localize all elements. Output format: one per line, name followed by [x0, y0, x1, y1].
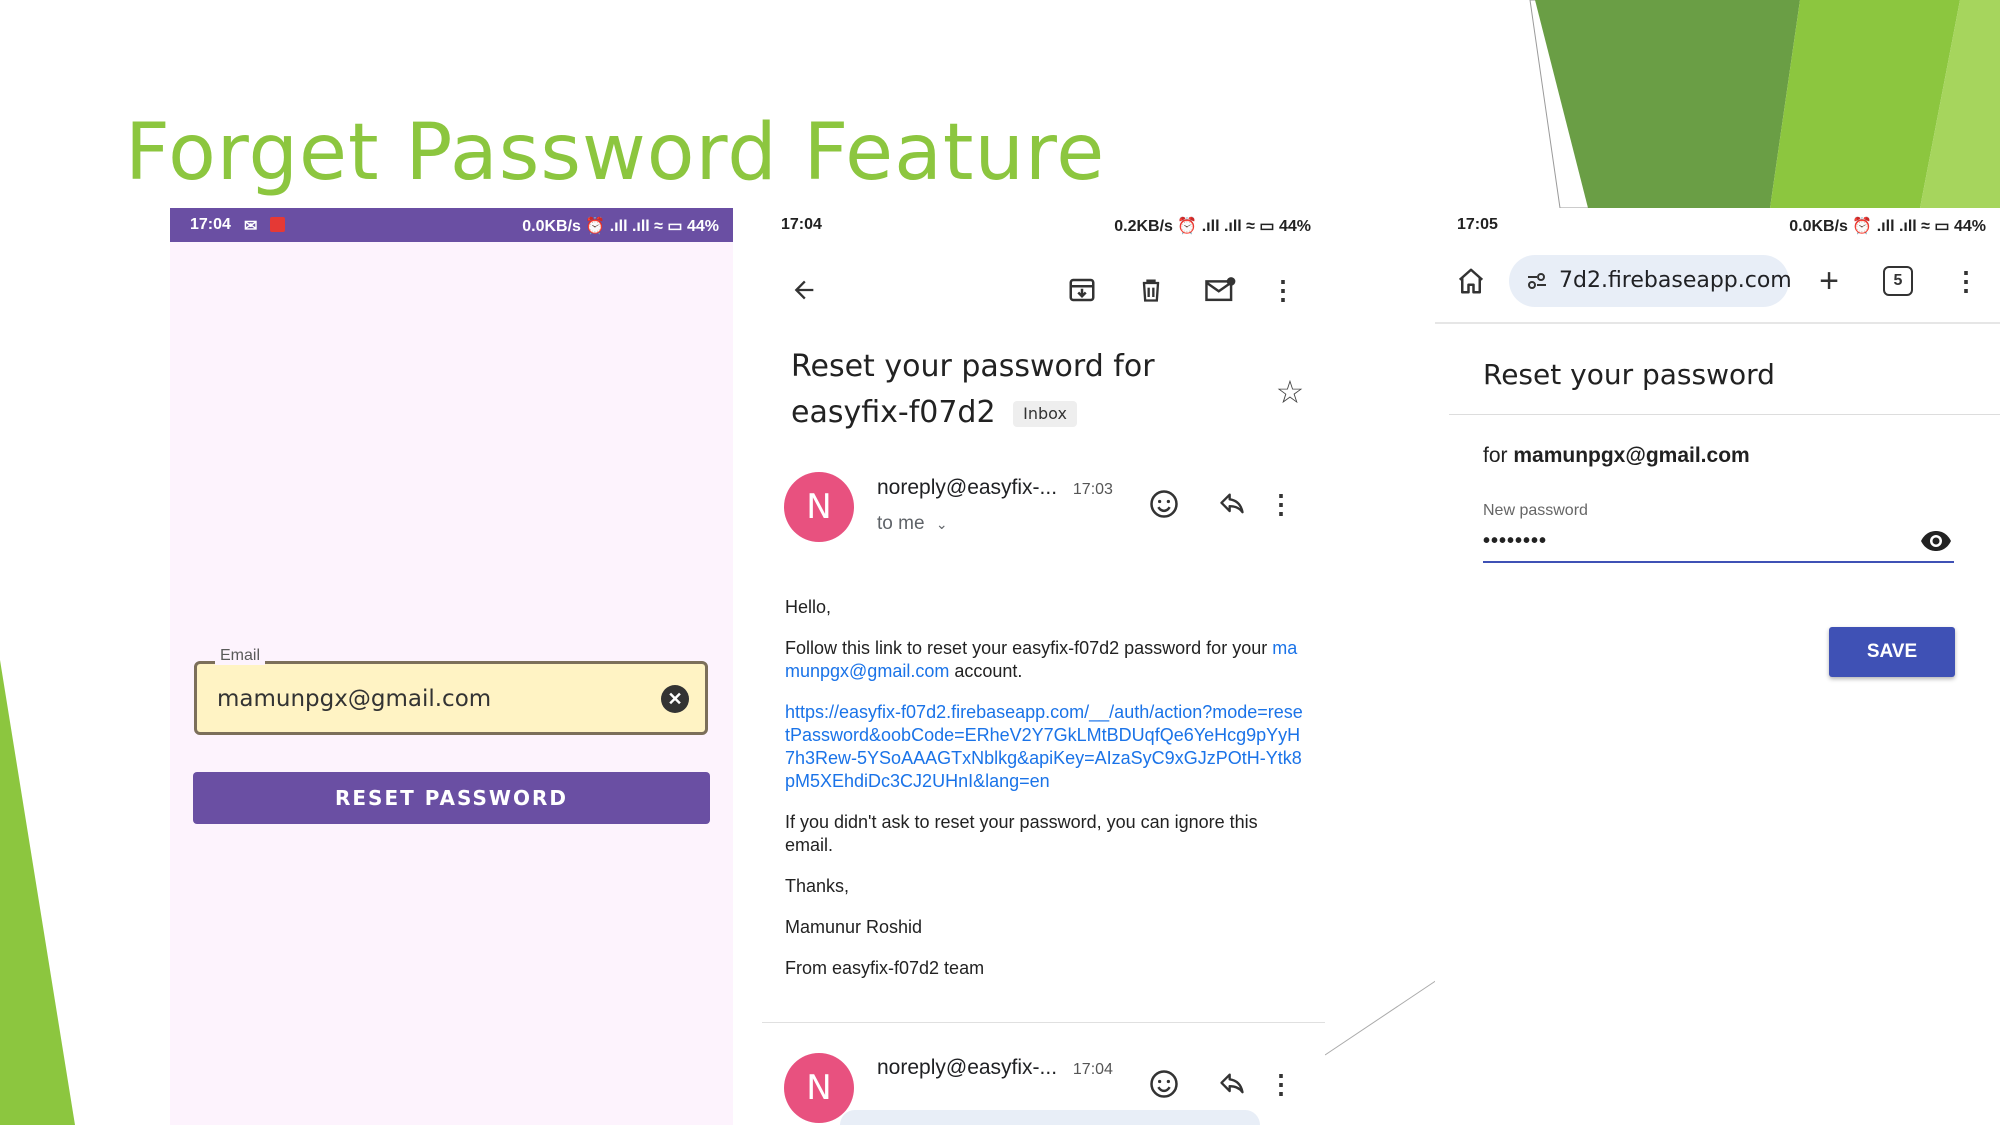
status-bar: 17:05 0.0KB/s ⏰ .ıll .ıll ≈ ▭ 44% — [1435, 208, 2000, 242]
inbox-badge[interactable]: Inbox — [1013, 400, 1077, 427]
status-indicators: 0.2KB/s ⏰ .ıll .ıll ≈ ▭ 44% — [1114, 218, 1311, 235]
message-time: 17:03 — [1072, 481, 1113, 498]
body-instruction: Follow this link to reset your easyfix-f… — [785, 638, 1298, 681]
sender-line: noreply@easyfix-... 17:03 — [877, 476, 1113, 500]
url-text[interactable]: 7d2.firebaseapp.com — [1559, 268, 1792, 293]
gmail-screen: 17:04 0.2KB/s ⏰ .ıll .ıll ≈ ▭ 44% ⋮ Rese… — [762, 208, 1325, 1125]
archive-icon[interactable] — [1062, 270, 1102, 310]
thanks-text: Thanks, — [785, 876, 850, 896]
clear-icon[interactable]: ✕ — [661, 685, 689, 713]
email-input[interactable]: mamunpgx@gmail.com — [217, 686, 491, 712]
account-line: for mamunpgx@gmail.com — [1483, 444, 1750, 468]
sender-avatar[interactable]: N — [784, 472, 854, 542]
emoji-react-icon-2[interactable] — [1146, 1066, 1182, 1102]
sender-name-2[interactable]: noreply@easyfix-... — [877, 1056, 1057, 1079]
email-label: Email — [215, 647, 266, 665]
email-subject: Reset your password for easyfix-f07d2 In… — [791, 344, 1171, 436]
site-settings-icon[interactable] — [1525, 269, 1549, 298]
status-bar: 17:04 ✉ 0.0KB/s ⏰ .ıll .ıll ≈ ▭ 44% — [170, 208, 733, 242]
status-bar: 17:04 0.2KB/s ⏰ .ıll .ıll ≈ ▭ 44% — [762, 208, 1325, 242]
reply-icon-2[interactable] — [1214, 1066, 1250, 1102]
chevron-down-icon: ⌄ — [935, 516, 948, 532]
status-time: 17:04 — [190, 216, 231, 233]
more-vert-icon[interactable]: ⋮ — [1268, 270, 1298, 310]
browser-menu-icon[interactable]: ⋮ — [1951, 263, 1981, 299]
recipient-label: to me — [877, 513, 925, 534]
email-body: Hello, Follow this link to reset your ea… — [785, 596, 1305, 998]
account-email: mamunpgx@gmail.com — [1513, 444, 1750, 467]
app-notification-icon — [270, 217, 285, 232]
new-password-input[interactable]: •••••••• — [1483, 530, 1547, 553]
home-icon[interactable] — [1453, 263, 1489, 299]
reply-icon[interactable] — [1214, 486, 1250, 522]
subject-text: Reset your password for easyfix-f07d2 — [791, 349, 1155, 430]
message-more-icon-2[interactable]: ⋮ — [1266, 1066, 1296, 1102]
slide-title: Forget Password Feature — [125, 108, 1106, 198]
email-field[interactable]: Email mamunpgx@gmail.com ✕ — [194, 647, 708, 735]
greeting: Hello, — [785, 597, 832, 617]
reply-bar[interactable] — [840, 1110, 1260, 1125]
browser-screen: 17:05 0.0KB/s ⏰ .ıll .ıll ≈ ▭ 44% 7d2.fi… — [1435, 208, 2000, 1125]
address-bar[interactable]: 7d2.firebaseapp.com — [1509, 255, 1792, 307]
mark-unread-icon[interactable] — [1200, 270, 1240, 310]
delete-icon[interactable] — [1131, 270, 1171, 310]
sender-avatar-2[interactable]: N — [784, 1053, 854, 1123]
password-underline — [1483, 561, 1954, 563]
mail-icon: ✉ — [244, 218, 258, 235]
sender-line-2: noreply@easyfix-... 17:04 — [877, 1056, 1113, 1080]
message-time-2: 17:04 — [1072, 1061, 1113, 1078]
app-screen-forgot-password: 17:04 ✉ 0.0KB/s ⏰ .ıll .ıll ≈ ▭ 44% Emai… — [170, 208, 733, 1125]
page-heading: Reset your password — [1483, 358, 1775, 391]
eye-icon[interactable] — [1918, 526, 1954, 556]
signature-name: Mamunur Roshid — [785, 917, 923, 937]
status-indicators: 0.0KB/s ⏰ .ıll .ıll ≈ ▭ 44% — [1789, 218, 1986, 235]
reset-link[interactable]: https://easyfix-f07d2.firebaseapp.com/__… — [785, 701, 1305, 793]
team-text: From easyfix-f07d2 team — [785, 958, 985, 978]
new-tab-icon[interactable]: + — [1811, 262, 1847, 300]
heading-divider — [1449, 414, 2000, 415]
reset-password-button[interactable]: RESET PASSWORD — [193, 772, 710, 824]
sender-name[interactable]: noreply@easyfix-... — [877, 476, 1057, 499]
toolbar-divider — [1435, 322, 2000, 324]
message-more-icon[interactable]: ⋮ — [1266, 486, 1296, 522]
message-divider — [762, 1022, 1325, 1023]
emoji-react-icon[interactable] — [1146, 486, 1182, 522]
status-indicators: 0.0KB/s ⏰ .ıll .ıll ≈ ▭ 44% — [522, 218, 719, 235]
star-icon[interactable]: ☆ — [1272, 374, 1308, 410]
status-time: 17:05 — [1457, 216, 1498, 233]
save-button[interactable]: SAVE — [1829, 627, 1955, 677]
tab-switcher-icon[interactable]: 5 — [1883, 266, 1913, 296]
ignore-note: If you didn't ask to reset your password… — [785, 812, 1258, 855]
for-prefix: for — [1483, 444, 1514, 467]
recipient-toggle[interactable]: to me ⌄ — [877, 513, 948, 535]
new-password-label: New password — [1483, 502, 1588, 519]
back-arrow-icon[interactable] — [784, 270, 824, 310]
status-time: 17:04 — [781, 216, 822, 233]
